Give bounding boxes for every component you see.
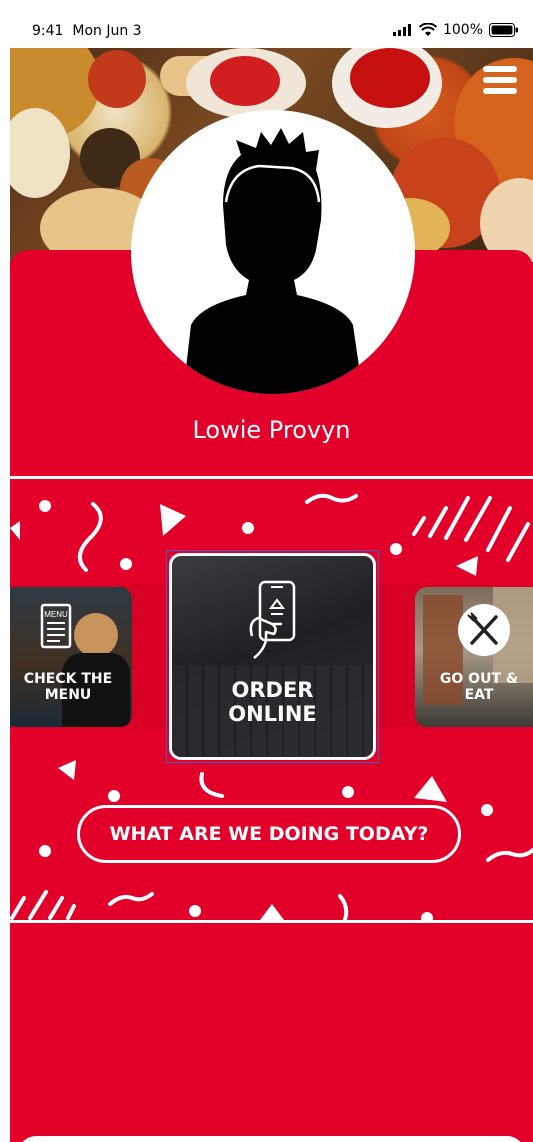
user-silhouette-icon xyxy=(183,128,363,394)
bottom-section xyxy=(10,923,533,1142)
tile-label-line2: ONLINE xyxy=(228,702,317,727)
battery-percent: 100% xyxy=(442,22,483,38)
phone-order-icon xyxy=(249,580,296,659)
svg-text:MENU: MENU xyxy=(44,610,68,619)
status-indicators: 100% xyxy=(392,22,519,38)
hamburger-menu-icon[interactable] xyxy=(483,66,517,94)
signal-icon xyxy=(392,24,411,36)
what-are-we-doing-button[interactable]: WHAT ARE WE DOING TODAY? xyxy=(77,805,461,863)
wifi-icon xyxy=(418,23,437,36)
tile-order-online[interactable]: ORDER ONLINE xyxy=(169,553,376,760)
menu-card-icon: MENU xyxy=(40,603,72,649)
tile-label-line1: ORDER xyxy=(231,678,314,702)
avatar[interactable] xyxy=(131,110,415,394)
tile-label-line1: CHECK THE xyxy=(23,671,113,687)
tile-label-line1: GO OUT & xyxy=(439,671,519,687)
fork-knife-icon xyxy=(458,604,510,656)
tile-label-line2: EAT xyxy=(464,687,494,704)
tile-check-the-menu[interactable]: MENU CHECK THE MENU xyxy=(10,587,132,727)
profile-name: Lowie Provyn xyxy=(192,416,351,444)
tile-go-out-and-eat[interactable]: GO OUT & EAT xyxy=(415,587,533,727)
bottom-card-edge xyxy=(18,1136,525,1142)
status-bar: 9:41 Mon Jun 3 100% xyxy=(10,14,533,48)
app-screen: 9:41 Mon Jun 3 100% Lowie Provyn MENU CH… xyxy=(10,14,533,1142)
tile-label-line2: MENU xyxy=(44,687,92,704)
status-time: 9:41 Mon Jun 3 xyxy=(32,23,142,39)
battery-icon xyxy=(489,23,518,37)
waiter-figure xyxy=(74,613,118,657)
